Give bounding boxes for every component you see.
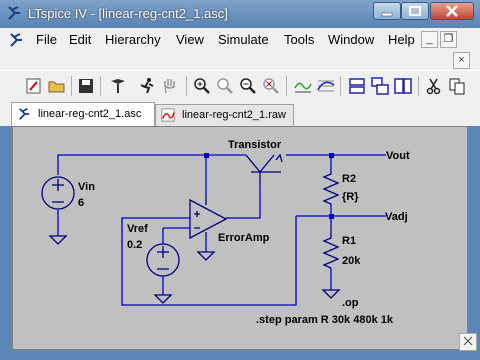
zoom-in-icon[interactable]: [192, 76, 212, 96]
junction-dot: [204, 153, 209, 158]
title-bar: LTspice IV - [linear-reg-cnt2_1.asc]: [0, 0, 480, 28]
transistor-symbol[interactable]: [245, 153, 283, 186]
toolbar: [0, 70, 480, 102]
vout-net-label: Vout: [386, 150, 410, 162]
menu-window[interactable]: Window: [328, 32, 374, 47]
menu-hierarchy[interactable]: Hierarchy: [105, 32, 161, 47]
copy-icon[interactable]: [447, 76, 467, 96]
new-schematic-icon[interactable]: [24, 76, 44, 96]
control-panel-icon[interactable]: [108, 76, 128, 96]
waveform-icon: [161, 108, 175, 122]
menu-help[interactable]: Help: [388, 32, 415, 47]
menu-edit[interactable]: Edit: [69, 32, 91, 47]
zoom-cancel-icon[interactable]: [261, 76, 281, 96]
transistor-label: Transistor: [228, 139, 282, 151]
ground-symbol: [196, 251, 216, 261]
menu-view[interactable]: View: [176, 32, 204, 47]
maximize-button[interactable]: [401, 2, 429, 20]
pan-hand-icon[interactable]: [160, 76, 180, 96]
schematic-icon: [19, 107, 30, 120]
wires: [57, 154, 386, 306]
ground-symbol: [321, 289, 341, 299]
doc-minimize-button[interactable]: _: [421, 31, 438, 48]
close-window-button[interactable]: [430, 2, 474, 20]
save-icon[interactable]: [76, 76, 96, 96]
cascade-windows-icon[interactable]: [370, 76, 390, 96]
r2-value-label: {R}: [342, 191, 359, 203]
ground-symbol: [48, 235, 68, 245]
op-directive[interactable]: .op: [342, 297, 359, 309]
menu-simulate[interactable]: Simulate: [218, 32, 269, 47]
tile-vertical-icon[interactable]: [393, 76, 413, 96]
vref-name-label: Vref: [127, 223, 148, 235]
window-title: LTspice IV - [linear-reg-cnt2_1.asc]: [28, 6, 228, 21]
r1-resistor[interactable]: [322, 230, 340, 269]
waveform-grid-icon[interactable]: [316, 76, 336, 96]
toolbar-separator: [418, 76, 419, 96]
schematic-canvas[interactable]: Vin 6 Vref 0.2 Transistor ErrorAmp R2 {R…: [12, 126, 468, 350]
canvas-corner-button[interactable]: [459, 333, 477, 351]
minimize-icon: [381, 12, 393, 17]
resize-icon: [463, 336, 473, 346]
junctions: [204, 153, 334, 219]
open-folder-icon[interactable]: [47, 76, 67, 96]
menu-tools[interactable]: Tools: [284, 32, 314, 47]
error-amp-label: ErrorAmp: [218, 232, 270, 244]
junction-dot: [329, 214, 334, 219]
run-icon[interactable]: [137, 76, 157, 96]
toolbar-separator: [71, 76, 72, 96]
menu-bar: File Edit Hierarchy View Simulate Tools …: [0, 28, 480, 53]
zoom-fit-icon[interactable]: [215, 76, 235, 96]
schematic-drawing: Vin 6 Vref 0.2 Transistor ErrorAmp R2 {R…: [41, 139, 410, 326]
maximize-icon: [409, 6, 421, 16]
zoom-out-icon[interactable]: [238, 76, 258, 96]
document-tabs: linear-reg-cnt2_1.asc linear-reg-cnt2_1.…: [0, 100, 480, 127]
toolbar-separator: [186, 76, 187, 96]
vadj-net-label: Vadj: [385, 211, 408, 223]
tab-waveform-label: linear-reg-cnt2_1.raw: [182, 109, 286, 121]
app-window: LTspice IV - [linear-reg-cnt2_1.asc] Fil…: [0, 0, 480, 360]
r1-value-label: 20k: [342, 255, 361, 267]
junction-dot: [329, 153, 334, 158]
vref-source[interactable]: [146, 243, 180, 277]
toolbar-separator: [100, 76, 101, 96]
tab-schematic[interactable]: linear-reg-cnt2_1.asc: [11, 102, 155, 127]
ltspice-app-icon: [8, 6, 20, 20]
minimize-button[interactable]: [373, 2, 401, 20]
ground-symbol: [153, 294, 173, 304]
document-icon[interactable]: [8, 32, 24, 48]
vref-value-label: 0.2: [127, 239, 142, 251]
tab-waveform[interactable]: linear-reg-cnt2_1.raw: [155, 104, 294, 126]
vin-name-label: Vin: [78, 181, 95, 193]
menu-file[interactable]: File: [36, 32, 57, 47]
step-directive[interactable]: .step param R 30k 480k 1k: [256, 314, 394, 326]
r1-name-label: R1: [342, 235, 356, 247]
autorange-icon[interactable]: [293, 76, 313, 96]
close-icon: [446, 5, 458, 17]
cut-icon[interactable]: [424, 76, 444, 96]
toolbar-separator: [286, 76, 287, 96]
r2-name-label: R2: [342, 173, 356, 185]
doc-close-button[interactable]: ×: [453, 52, 470, 69]
tile-horizontal-icon[interactable]: [347, 76, 367, 96]
doc-restore-button[interactable]: ❐: [440, 31, 457, 48]
tab-schematic-label: linear-reg-cnt2_1.asc: [38, 108, 142, 120]
vin-source[interactable]: [41, 176, 75, 210]
toolbar-separator: [340, 76, 341, 96]
menu-bar-row2: ×: [0, 52, 480, 70]
vin-value-label: 6: [78, 197, 84, 209]
r2-resistor[interactable]: [322, 170, 340, 205]
